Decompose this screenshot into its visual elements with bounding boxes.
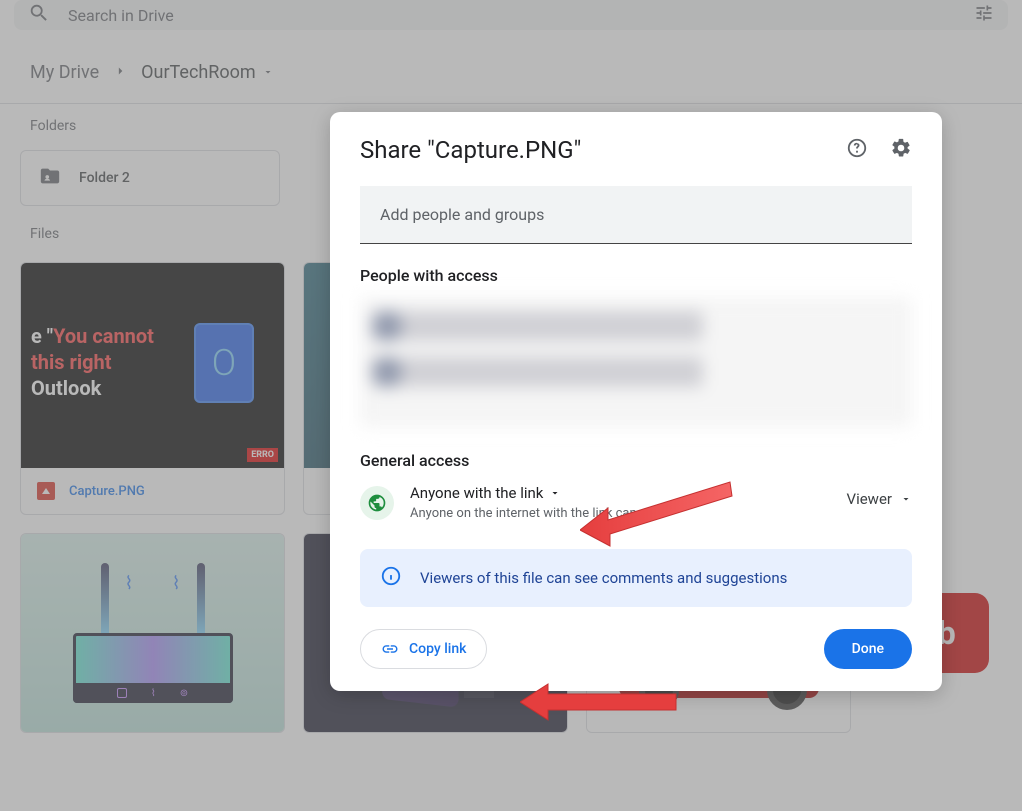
help-icon[interactable] <box>846 137 868 163</box>
info-banner: Viewers of this file can see comments an… <box>360 549 912 607</box>
globe-icon <box>360 486 394 520</box>
done-button[interactable]: Done <box>824 629 912 669</box>
dropdown-icon <box>900 493 912 505</box>
add-people-input[interactable] <box>360 186 912 244</box>
share-dialog: Share "Capture.PNG" People with access G… <box>330 112 942 691</box>
people-list-redacted <box>360 297 912 427</box>
dialog-title: Share "Capture.PNG" <box>360 136 581 164</box>
annotation-arrow <box>580 480 740 550</box>
general-access-label: General access <box>360 451 912 470</box>
info-text: Viewers of this file can see comments an… <box>420 569 787 587</box>
people-with-access-label: People with access <box>360 266 912 285</box>
info-icon <box>380 565 402 591</box>
gear-icon[interactable] <box>890 137 912 163</box>
annotation-arrow <box>520 680 680 724</box>
dropdown-icon <box>549 487 561 499</box>
role-dropdown[interactable]: Viewer <box>847 490 912 508</box>
copy-link-button[interactable]: Copy link <box>360 629 487 669</box>
